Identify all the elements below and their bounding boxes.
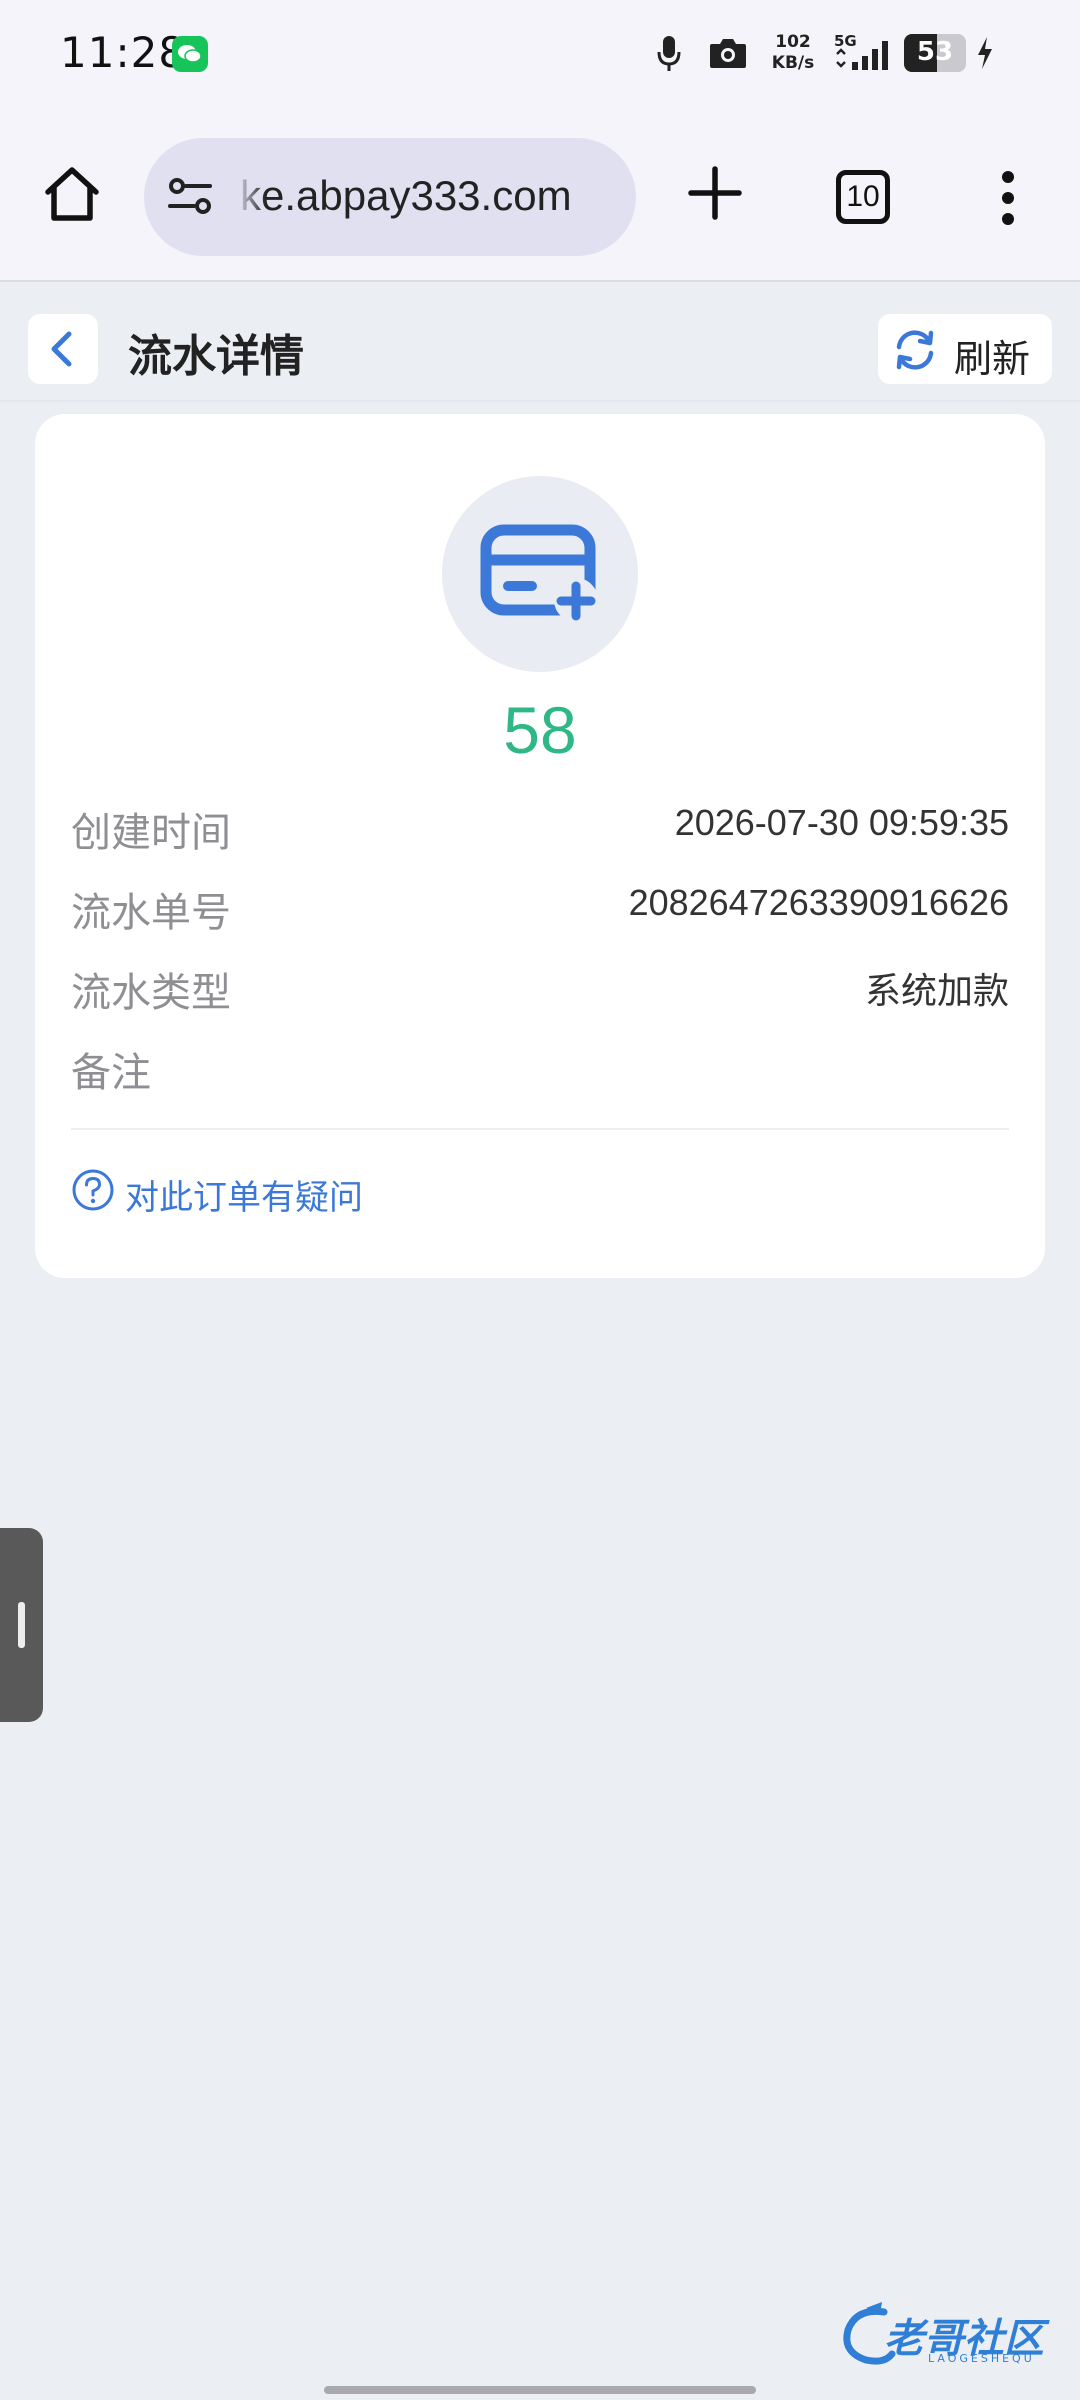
detail-row-type: 流水类型 系统加款: [71, 960, 1009, 1020]
site-settings-icon[interactable]: [166, 172, 216, 222]
network-type-label: 5G: [834, 32, 857, 50]
refresh-button[interactable]: 刷新: [878, 314, 1052, 384]
tab-switcher-button[interactable]: 10: [836, 170, 890, 224]
question-circle-icon: [72, 1169, 114, 1211]
net-speed: 102 KB/s: [764, 32, 822, 74]
detail-label: 创建时间: [71, 810, 231, 856]
watermark-subtext: LAOGESHEQU: [928, 2352, 1035, 2365]
url-text[interactable]: ke.abpay333.com: [240, 172, 620, 220]
card-add-icon: [480, 524, 598, 622]
detail-label: 备注: [71, 1050, 151, 1096]
refresh-label: 刷新: [954, 337, 1031, 381]
page-header: 流水详情 刷新: [0, 284, 1080, 402]
detail-row-created-time: 创建时间 2026-07-30 09:59:35: [71, 800, 1009, 860]
detail-row-serial-number: 流水单号 2082647263390916626: [71, 880, 1009, 940]
side-handle-grip: [18, 1602, 25, 1648]
chevron-left-icon: [51, 331, 72, 367]
more-menu-icon[interactable]: [992, 170, 1024, 226]
home-icon[interactable]: [38, 160, 106, 228]
status-bar: 11:28 102 KB/s 5G 53: [0, 0, 1080, 110]
detail-value: 系统加款: [864, 970, 1009, 1011]
url-fade: [236, 158, 266, 238]
page-title: 流水详情: [128, 331, 304, 382]
transaction-amount: 58: [503, 693, 577, 767]
side-panel-handle[interactable]: [0, 1528, 43, 1722]
battery-text: 53: [916, 37, 954, 67]
net-speed-unit: KB/s: [771, 53, 815, 73]
status-time: 11:28: [60, 28, 187, 77]
signal-5g-icon: 5G: [834, 32, 888, 70]
detail-value: 2082647263390916626: [628, 882, 1009, 923]
detail-row-remark: 备注: [71, 1040, 1009, 1100]
question-link-text[interactable]: 对此订单有疑问: [125, 1170, 363, 1219]
new-tab-icon[interactable]: [684, 162, 746, 224]
camera-icon: [710, 39, 746, 68]
back-button[interactable]: [28, 314, 98, 384]
transaction-detail-card: 58 创建时间 2026-07-30 09:59:35 流水单号 2082647…: [35, 414, 1045, 1278]
wechat-notification-icon: [172, 36, 208, 72]
watermark-logo: 老哥社区 LAOGESHEQU: [836, 2300, 1066, 2372]
battery-indicator: 53: [904, 34, 966, 72]
charging-bolt-icon: [978, 37, 992, 69]
refresh-icon: [896, 330, 934, 370]
url-bar[interactable]: ke.abpay333.com: [144, 138, 636, 256]
gesture-navigation-bar[interactable]: [324, 2386, 756, 2394]
card-add-icon-wrapper: [442, 476, 638, 672]
divider: [71, 1128, 1009, 1130]
detail-label: 流水单号: [71, 890, 231, 936]
browser-toolbar: ke.abpay333.com 10: [0, 110, 1080, 282]
detail-value: 2026-07-30 09:59:35: [674, 802, 1009, 843]
detail-label: 流水类型: [71, 970, 231, 1016]
mic-icon: [657, 36, 681, 71]
net-speed-value: 102: [775, 32, 811, 52]
